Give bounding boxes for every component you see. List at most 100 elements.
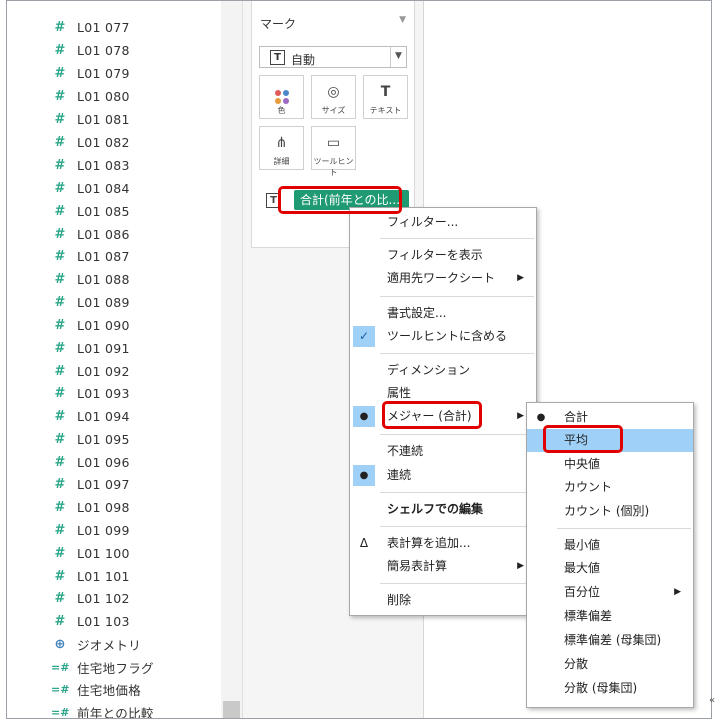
field-label: 前年との比較: [77, 705, 154, 719]
field-label: L01 087: [77, 248, 130, 264]
field-label: L01 100: [77, 545, 130, 561]
field-item[interactable]: # L01 084: [7, 177, 217, 199]
submenu-arrow-icon: ▶: [517, 561, 524, 571]
hash-icon: #: [54, 363, 66, 379]
menu-item-format[interactable]: 書式設定...: [350, 302, 536, 325]
field-item[interactable]: # L01 080: [7, 85, 217, 107]
field-item[interactable]: # L01 090: [7, 314, 217, 336]
scrollbar-thumb[interactable]: [223, 701, 240, 718]
submenu-item-percentile[interactable]: 百分位 ▶: [527, 581, 693, 604]
menu-item-remove[interactable]: 削除: [350, 589, 536, 612]
menu-item-include-in-tooltip[interactable]: ✓ ツールヒントに含める: [350, 325, 536, 348]
hash-icon: #: [54, 590, 66, 606]
hash-icon: #: [54, 545, 66, 561]
field-label: L01 080: [77, 88, 130, 104]
submenu-item-std-dev[interactable]: 標準偏差: [527, 605, 693, 628]
field-item[interactable]: # L01 079: [7, 62, 217, 84]
submenu-item-median[interactable]: 中央値: [527, 453, 693, 476]
context-menu: フィルター... フィルターを表示 適用先ワークシート ▶ 書式設定... ✓ ツー…: [349, 207, 537, 616]
color-button[interactable]: 色: [259, 75, 304, 119]
submenu-item-average[interactable]: 平均: [527, 429, 693, 452]
submenu-item-maximum[interactable]: 最大値: [527, 557, 693, 580]
field-item[interactable]: # L01 101: [7, 565, 217, 587]
submenu-item-sum[interactable]: ● 合計: [527, 406, 693, 429]
field-item[interactable]: ⊕ ジオメトリ: [7, 633, 217, 655]
field-item[interactable]: =# 住宅地価格: [7, 678, 217, 700]
text-mark-icon: T: [270, 50, 285, 65]
field-item[interactable]: # L01 091: [7, 337, 217, 359]
size-icon: ◎: [327, 84, 340, 100]
globe-icon: ⊕: [54, 636, 66, 652]
aggregation-submenu: ● 合計 平均 中央値 カウント カウント (個別) 最小値 最大値 百分位 ▶ 標…: [526, 402, 694, 708]
field-item[interactable]: # L01 089: [7, 291, 217, 313]
hash-icon: #: [54, 385, 66, 401]
field-item[interactable]: # L01 081: [7, 108, 217, 130]
hash-icon: #: [54, 111, 66, 127]
field-label: L01 093: [77, 385, 130, 401]
menu-item-apply-to-worksheets[interactable]: 適用先ワークシート ▶: [350, 267, 536, 290]
menu-item-edit-in-shelf[interactable]: シェルフでの編集: [350, 498, 536, 521]
menu-item-discrete[interactable]: 不連続: [350, 440, 536, 463]
tableau-window: # L01 077 # L01 078 # L01 079 # L01 080 # L01…: [6, 0, 712, 719]
field-item[interactable]: # L01 097: [7, 473, 217, 495]
field-label: L01 096: [77, 454, 130, 470]
size-button[interactable]: ◎ サイズ: [311, 75, 356, 119]
data-field-list: # L01 077 # L01 078 # L01 079 # L01 080 # L01…: [7, 1, 227, 719]
field-item[interactable]: # L01 077: [7, 16, 217, 38]
menu-item-attribute[interactable]: 属性: [350, 382, 536, 405]
menu-separator: [380, 583, 534, 584]
submenu-item-std-dev-pop[interactable]: 標準偏差 (母集団): [527, 629, 693, 652]
menu-item-quick-table-calc[interactable]: 簡易表計算 ▶: [350, 555, 536, 578]
field-label: L01 085: [77, 203, 130, 219]
detail-button[interactable]: ⋔ 詳細: [259, 126, 304, 170]
field-label: L01 090: [77, 317, 130, 333]
text-button[interactable]: T テキスト: [363, 75, 408, 119]
menu-item-continuous[interactable]: ● 連続: [350, 464, 536, 487]
chevron-down-icon: ▼: [395, 51, 402, 61]
hash-icon: #: [54, 454, 66, 470]
submenu-item-count[interactable]: カウント: [527, 476, 693, 499]
mark-type-dropdown[interactable]: T 自動 ▼: [259, 46, 407, 68]
field-item[interactable]: # L01 088: [7, 268, 217, 290]
hash-icon: #: [54, 226, 66, 242]
field-item[interactable]: # L01 086: [7, 223, 217, 245]
field-item[interactable]: # L01 082: [7, 131, 217, 153]
field-item[interactable]: # L01 093: [7, 382, 217, 404]
menu-item-filter[interactable]: フィルター...: [350, 211, 536, 234]
field-item[interactable]: # L01 099: [7, 519, 217, 541]
submenu-arrow-icon: ▶: [517, 273, 524, 283]
field-label: L01 101: [77, 568, 130, 584]
field-item[interactable]: # L01 096: [7, 451, 217, 473]
field-item[interactable]: # L01 083: [7, 154, 217, 176]
hash-icon: #: [54, 568, 66, 584]
delta-icon: Δ: [359, 536, 369, 550]
field-item[interactable]: # L01 102: [7, 587, 217, 609]
field-item[interactable]: # L01 094: [7, 405, 217, 427]
collapse-icon[interactable]: ▼: [399, 15, 406, 25]
submenu-item-minimum[interactable]: 最小値: [527, 534, 693, 557]
tooltip-button[interactable]: ▭ ツールヒント: [311, 126, 356, 177]
menu-item-measure-sum[interactable]: ● メジャー (合計) ▶: [350, 405, 536, 428]
hash-icon: #: [54, 42, 66, 58]
field-item[interactable]: # L01 087: [7, 245, 217, 267]
color-dots-icon: [260, 81, 303, 105]
menu-item-add-table-calc[interactable]: Δ 表計算を追加...: [350, 532, 536, 555]
field-item[interactable]: # L01 078: [7, 39, 217, 61]
field-item[interactable]: # L01 092: [7, 360, 217, 382]
field-item[interactable]: =# 前年との比較: [7, 701, 217, 719]
submenu-item-variance[interactable]: 分散: [527, 653, 693, 676]
field-item[interactable]: =# 住宅地フラグ: [7, 656, 217, 678]
field-item[interactable]: # L01 098: [7, 496, 217, 518]
field-item[interactable]: # L01 095: [7, 428, 217, 450]
field-list-scrollbar[interactable]: [221, 1, 242, 718]
menu-item-show-filter[interactable]: フィルターを表示: [350, 244, 536, 267]
field-item[interactable]: # L01 100: [7, 542, 217, 564]
menu-item-dimension[interactable]: ディメンション: [350, 359, 536, 382]
field-item[interactable]: # L01 085: [7, 200, 217, 222]
text-button-label: テキスト: [369, 106, 402, 115]
field-item[interactable]: # L01 103: [7, 610, 217, 632]
submenu-item-count-distinct[interactable]: カウント (個別): [527, 500, 693, 523]
submenu-item-variance-pop[interactable]: 分散 (母集団): [527, 677, 693, 700]
field-label: L01 078: [77, 42, 130, 58]
hash-icon: #: [54, 522, 66, 538]
